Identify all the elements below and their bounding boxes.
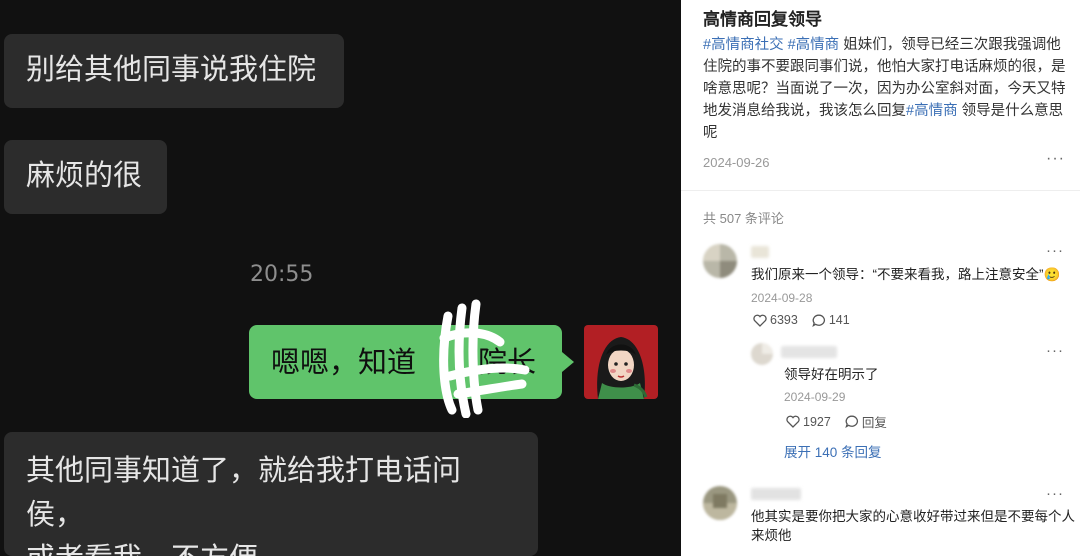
- like-button[interactable]: 6393: [753, 313, 798, 327]
- expand-replies-link[interactable]: 展开 140 条回复: [784, 441, 882, 461]
- avatar-image: [703, 244, 737, 278]
- comment-text-line: 他其实是要你把大家的心意收好带过来但是不要每个人: [751, 509, 1075, 524]
- like-button[interactable]: 1927: [786, 415, 831, 429]
- hashtag-link[interactable]: #高情商: [788, 37, 840, 53]
- comment-actions: 1927 回复: [786, 412, 887, 431]
- commenter-name-redacted: [751, 246, 769, 258]
- reply-label: 回复: [861, 416, 887, 430]
- comment-bubble-icon: [812, 314, 825, 327]
- comment-date: 2024-09-29: [784, 390, 846, 404]
- chat-screenshot: 别给其他同事说我住院 麻烦的很 20:55 嗯嗯，知道 院长 其他同事知道了，就给…: [0, 0, 681, 556]
- reply-button[interactable]: 141: [812, 313, 850, 327]
- post-panel: 高情商回复领导 #高情商社交 #高情商 姐妹们，领导已经三次跟我强调他住院的事不…: [681, 0, 1080, 556]
- incoming-message: 麻烦的很: [4, 140, 167, 214]
- commenter-avatar[interactable]: [703, 486, 737, 520]
- avatar-image: [703, 486, 737, 520]
- more-options-icon[interactable]: ···: [1046, 242, 1064, 259]
- comment-text: 他其实是要你把大家的心意收好带过来但是不要每个人 来烦他: [751, 507, 1075, 545]
- comment-text-body: 我们原来一个领导：“不要来看我，路上注意安全”: [751, 267, 1044, 282]
- comment-text: 我们原来一个领导：“不要来看我，路上注意安全”🥲: [751, 265, 1060, 284]
- commenter-name-redacted: [781, 346, 837, 358]
- more-options-icon[interactable]: ···: [1046, 485, 1064, 502]
- hashtag-link[interactable]: #高情商: [906, 103, 958, 119]
- chat-timestamp: 20:55: [250, 262, 314, 287]
- outgoing-message-text: 嗯嗯，知道: [271, 345, 417, 379]
- heart-icon: [786, 415, 800, 428]
- like-count: 1927: [803, 414, 831, 429]
- avatar-illustration: [584, 325, 658, 399]
- post-date: 2024-09-26: [703, 155, 770, 170]
- post-body: #高情商社交 #高情商 姐妹们，领导已经三次跟我强调他住院的事不要跟同事们说，他…: [703, 34, 1069, 144]
- comment-bubble-icon: [845, 415, 858, 428]
- incoming-message-line: 或者看我，不方便: [26, 536, 516, 556]
- hashtag-link[interactable]: #高情商社交: [703, 37, 784, 53]
- post-title: 高情商回复领导: [703, 10, 822, 29]
- comment-date: 2024-09-28: [751, 291, 813, 305]
- more-options-icon[interactable]: ···: [1046, 342, 1064, 359]
- commenter-avatar[interactable]: [751, 343, 773, 365]
- incoming-message: 其他同事知道了，就给我打电话问侯， 或者看我，不方便: [4, 432, 538, 556]
- comment-actions: 6393 141: [753, 313, 850, 327]
- reply-count: 141: [828, 313, 850, 327]
- emoji: 🥲: [1043, 267, 1061, 282]
- avatar-image: [751, 343, 773, 365]
- comment-text: 领导好在明示了: [784, 367, 879, 382]
- reply-button[interactable]: 回复: [845, 412, 887, 431]
- incoming-message: 别给其他同事说我住院: [4, 34, 344, 108]
- comment-count: 共 507 条评论: [703, 211, 784, 226]
- like-count: 6393: [770, 313, 798, 327]
- comment-text-line: 来烦他: [751, 528, 792, 543]
- commenter-avatar[interactable]: [703, 244, 737, 278]
- more-options-icon[interactable]: ···: [1046, 150, 1065, 168]
- incoming-message-line: 其他同事知道了，就给我打电话问侯，: [26, 453, 462, 531]
- divider: [681, 190, 1080, 191]
- heart-icon: [753, 314, 767, 327]
- redaction-scribble: [439, 299, 530, 418]
- user-avatar[interactable]: [584, 325, 658, 399]
- commenter-name-redacted: [751, 488, 801, 500]
